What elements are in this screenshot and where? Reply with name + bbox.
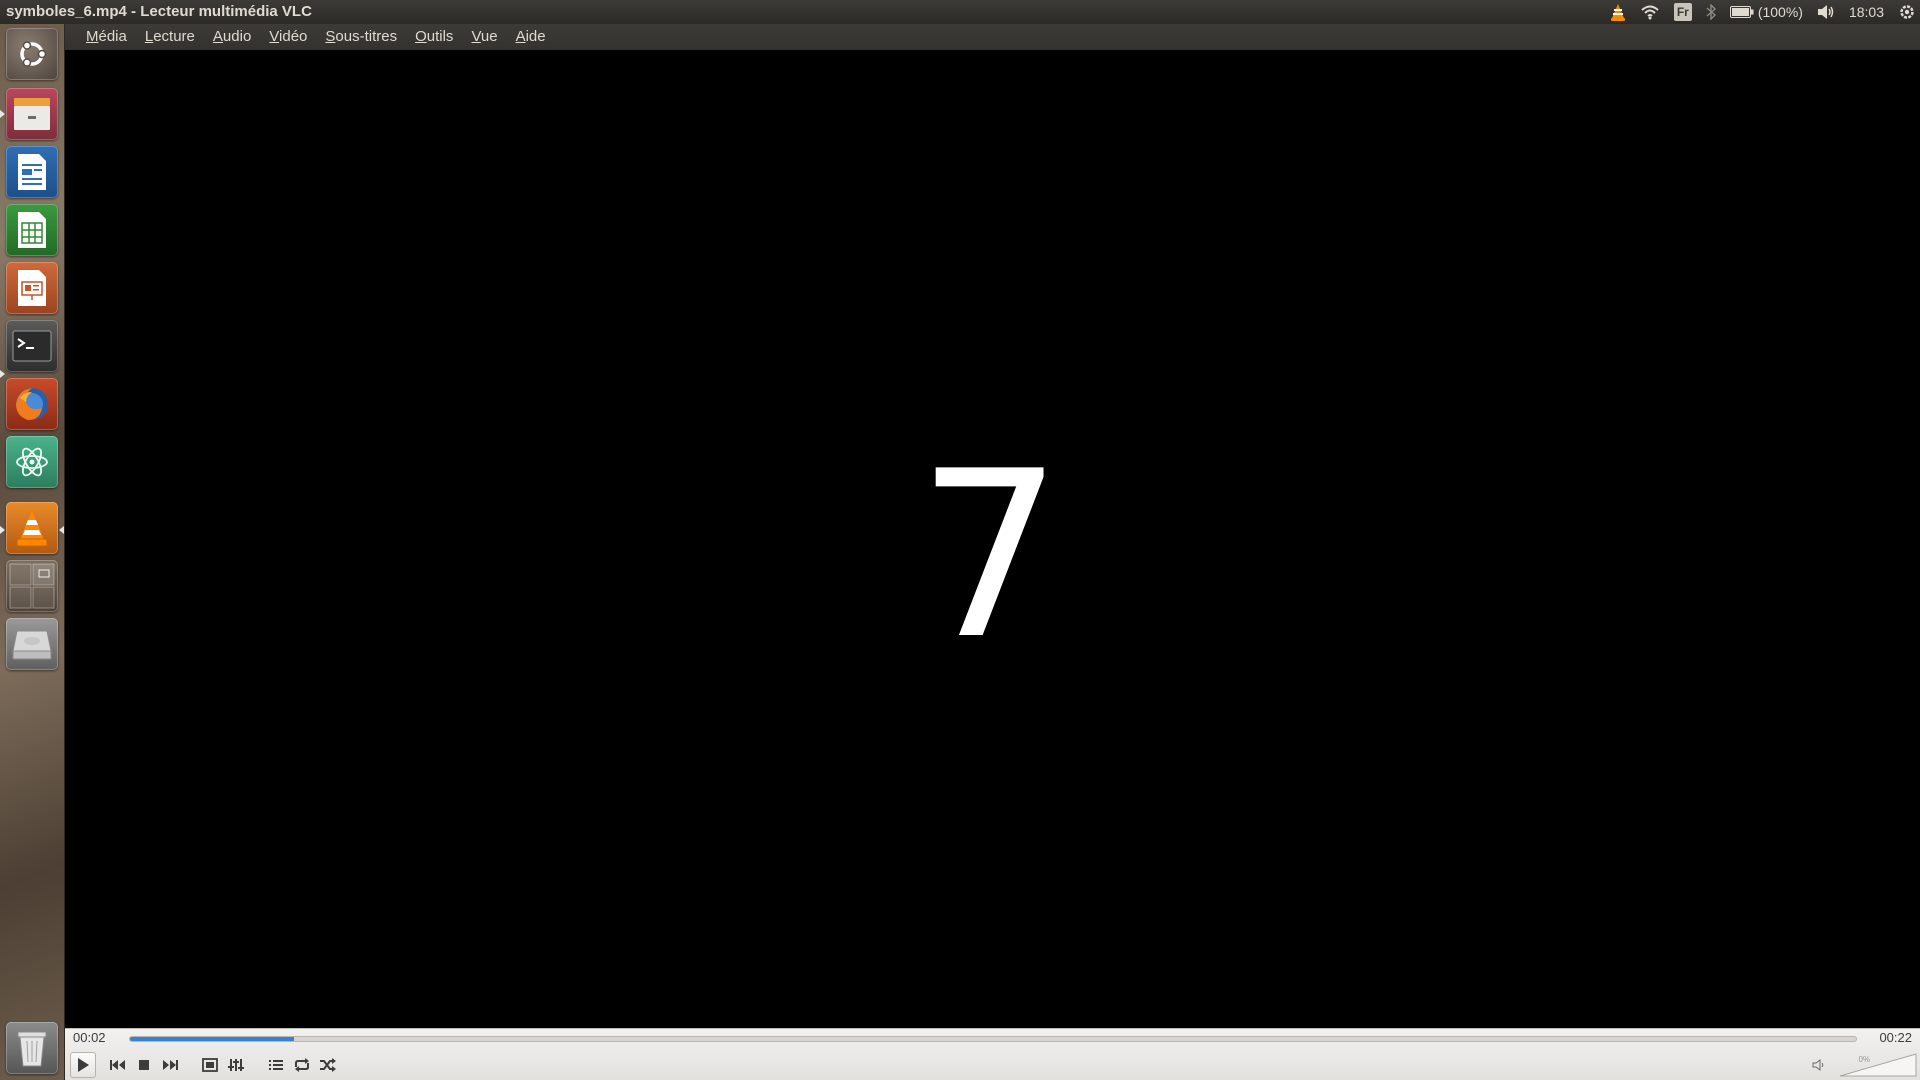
stop-button[interactable] bbox=[131, 1052, 157, 1078]
menu-lecture[interactable]: Lecture bbox=[136, 24, 204, 50]
equalizer-icon bbox=[228, 1058, 244, 1072]
menu-media[interactable]: Média bbox=[77, 24, 136, 50]
terminal-icon[interactable] bbox=[6, 320, 58, 372]
launcher bbox=[0, 24, 65, 1080]
active-indicator bbox=[59, 526, 64, 534]
menu-video-label: idéo bbox=[279, 28, 308, 45]
battery-icon bbox=[1729, 6, 1754, 18]
menu-sous-titres-label: ous-titres bbox=[335, 28, 398, 45]
battery-indicator[interactable]: (100%) bbox=[1729, 0, 1803, 24]
menu-outils-mnemonic: O bbox=[415, 28, 427, 45]
drive-icon[interactable] bbox=[6, 618, 58, 670]
running-indicator bbox=[0, 526, 5, 534]
wifi-icon[interactable] bbox=[1640, 0, 1660, 24]
video-area[interactable]: 7 bbox=[65, 50, 1920, 1028]
menu-aide-label: ide bbox=[525, 28, 546, 45]
playlist-icon bbox=[268, 1058, 284, 1072]
play-button[interactable] bbox=[70, 1052, 96, 1078]
menu-sous-titres-mnemonic: S bbox=[325, 28, 336, 45]
atom-icon[interactable] bbox=[6, 436, 58, 488]
window-title: symboles_6.mp4 - Lecteur multimédia VLC bbox=[6, 3, 312, 20]
menu-vue-label: ue bbox=[480, 28, 498, 45]
stop-icon bbox=[138, 1059, 150, 1071]
seek-bar[interactable] bbox=[129, 1036, 1857, 1042]
impress-icon[interactable] bbox=[6, 262, 58, 314]
running-indicator bbox=[0, 110, 5, 118]
video-frame-digit: 7 bbox=[916, 422, 1064, 690]
volume-slider[interactable] bbox=[1838, 1052, 1918, 1078]
menu-aide-mnemonic: A bbox=[515, 28, 526, 45]
menu-vue[interactable]: Vue bbox=[462, 24, 506, 50]
menu-vue-mnemonic: V bbox=[471, 28, 481, 45]
menu-audio-mnemonic: A bbox=[212, 28, 223, 45]
random-button[interactable] bbox=[315, 1052, 341, 1078]
menu-media-label: édia bbox=[98, 28, 127, 45]
menu-sous-titres[interactable]: Sous-titres bbox=[316, 24, 406, 50]
vlc-icon[interactable] bbox=[6, 502, 58, 554]
fullscreen-button[interactable] bbox=[197, 1052, 223, 1078]
previous-icon bbox=[109, 1059, 127, 1071]
menu-media-mnemonic: M bbox=[86, 28, 99, 45]
playlist-button[interactable] bbox=[263, 1052, 289, 1078]
menu-audio[interactable]: Audio bbox=[204, 24, 260, 50]
files-icon[interactable] bbox=[6, 88, 58, 140]
gear-icon[interactable] bbox=[1898, 0, 1916, 24]
workspace-switcher-icon[interactable] bbox=[6, 560, 58, 612]
menu-video[interactable]: Vidéo bbox=[260, 24, 316, 50]
bluetooth-icon[interactable] bbox=[1706, 0, 1716, 24]
volume-icon bbox=[1812, 1059, 1826, 1071]
menu-lecture-mnemonic: L bbox=[144, 28, 154, 45]
loop-button[interactable] bbox=[289, 1052, 315, 1078]
time-elapsed[interactable]: 00:02 bbox=[73, 1030, 106, 1045]
speaker-icon[interactable] bbox=[1817, 0, 1835, 24]
mute-button[interactable] bbox=[1806, 1052, 1832, 1078]
battery-percent: (100%) bbox=[1757, 4, 1803, 20]
next-icon bbox=[161, 1059, 179, 1071]
trash-icon[interactable] bbox=[6, 1022, 58, 1074]
menu-audio-label: udio bbox=[222, 28, 252, 45]
previous-button[interactable] bbox=[105, 1052, 131, 1078]
running-indicator bbox=[0, 370, 5, 378]
next-button[interactable] bbox=[157, 1052, 183, 1078]
keyboard-layout-label: Fr bbox=[1673, 3, 1692, 21]
fullscreen-icon bbox=[202, 1058, 218, 1072]
seek-progress bbox=[130, 1037, 294, 1041]
extended-settings-button[interactable] bbox=[223, 1052, 249, 1078]
clock[interactable]: 18:03 bbox=[1849, 0, 1884, 24]
menu-aide[interactable]: Aide bbox=[507, 24, 555, 50]
menu-outils-label: utils bbox=[426, 28, 454, 45]
indicator-area: Fr (100%) 18:03 bbox=[1610, 0, 1916, 24]
loop-icon bbox=[293, 1058, 311, 1072]
playback-controls: 00:02 00:22 0% bbox=[65, 1028, 1920, 1080]
firefox-icon[interactable] bbox=[6, 378, 58, 430]
menu-video-mnemonic: V bbox=[269, 28, 280, 45]
writer-icon[interactable] bbox=[6, 146, 58, 198]
time-total[interactable]: 00:22 bbox=[1879, 1030, 1912, 1045]
play-icon bbox=[76, 1057, 90, 1073]
menu-lecture-label: ecture bbox=[153, 28, 195, 45]
menu-bar: Média Lecture Audio Vidéo Sous-titres Ou… bbox=[65, 24, 1920, 50]
calc-icon[interactable] bbox=[6, 204, 58, 256]
top-panel: symboles_6.mp4 - Lecteur multimédia VLC … bbox=[0, 0, 1920, 24]
keyboard-layout-indicator[interactable]: Fr bbox=[1673, 0, 1692, 24]
vlc-tray-icon[interactable] bbox=[1610, 0, 1626, 24]
shuffle-icon bbox=[319, 1058, 337, 1072]
menu-outils[interactable]: Outils bbox=[406, 24, 462, 50]
ubuntu-dash-icon[interactable] bbox=[6, 28, 58, 80]
